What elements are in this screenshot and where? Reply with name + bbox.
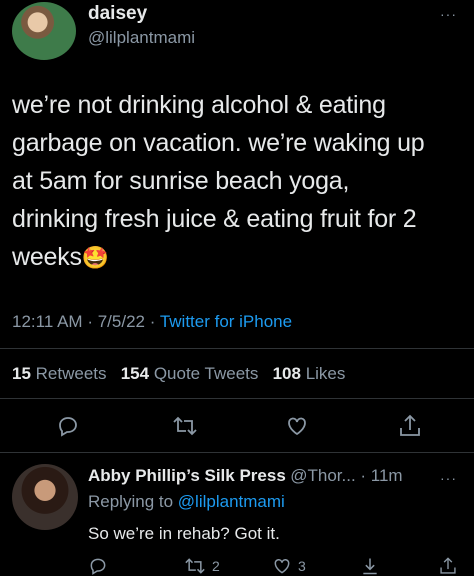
quote-tweets-stat[interactable]: 154 Quote Tweets [121,364,259,383]
reply-like-count: 3 [298,558,306,574]
tweet-text-line: we’re not drinking alcohol & eating [12,91,386,119]
reply-share-icon[interactable] [438,556,458,576]
tweet-time[interactable]: 12:11 AM [12,312,83,331]
reply-like-button[interactable]: 3 [272,556,306,576]
meta-separator: · [87,312,93,331]
tweet-date[interactable]: 7/5/22 [98,312,145,331]
likes-stat[interactable]: 108 Likes [273,364,346,383]
retweets-stat[interactable]: 15 Retweets [12,364,107,383]
reply-retweet-icon [184,556,206,576]
tweet-stats: 15 Retweets 154 Quote Tweets 108 Likes [12,364,345,384]
author-avatar[interactable] [12,2,76,60]
reply-text: So we’re in rehab? Got it. [88,524,280,543]
reply-author-avatar[interactable] [12,464,78,530]
divider [0,398,474,399]
reply-reply-icon[interactable] [88,556,108,576]
divider [0,452,474,453]
reply-like-icon [272,556,292,576]
tweet-timestamp: 12:11 AM · 7/5/22 · Twitter for iPhone [12,312,292,332]
reply-retweet-button[interactable]: 2 [184,556,220,576]
reply-icon[interactable] [56,414,80,438]
author-name[interactable]: daisey [88,3,147,25]
tweet-text: we’re not drinking alcohol & eating garb… [12,86,468,277]
tweet-text-line: drinking fresh juice & eating fruit for … [12,205,417,233]
reply-download-icon[interactable] [360,556,380,576]
tweet-source-link[interactable]: Twitter for iPhone [160,312,292,331]
tweet-text-line: at 5am for sunrise beach yoga, [12,167,350,195]
tweet-text-line: garbage on vacation. we’re waking up [12,129,425,157]
reply-more-options-icon[interactable]: ··· [440,470,457,486]
divider [0,348,474,349]
tweet-text-line: weeks [12,243,82,271]
retweet-icon[interactable] [172,414,198,438]
reply-header: Abby Phillip’s Silk Press @Thor... · 11m [88,466,403,486]
more-options-icon[interactable]: ··· [440,6,457,22]
reply-author-handle-time[interactable]: @Thor... · 11m [290,466,402,485]
replying-to: Replying to @lilplantmami [88,492,285,512]
reply-retweet-count: 2 [212,558,220,574]
reply-author-name[interactable]: Abby Phillip’s Silk Press [88,466,286,485]
replying-to-label: Replying to [88,492,174,511]
like-icon[interactable] [285,414,309,438]
star-struck-emoji: 🤩 [81,245,110,270]
share-icon[interactable] [398,413,422,439]
replying-to-handle[interactable]: @lilplantmami [178,492,285,511]
author-handle[interactable]: @lilplantmami [88,28,195,48]
meta-separator: · [149,312,156,331]
